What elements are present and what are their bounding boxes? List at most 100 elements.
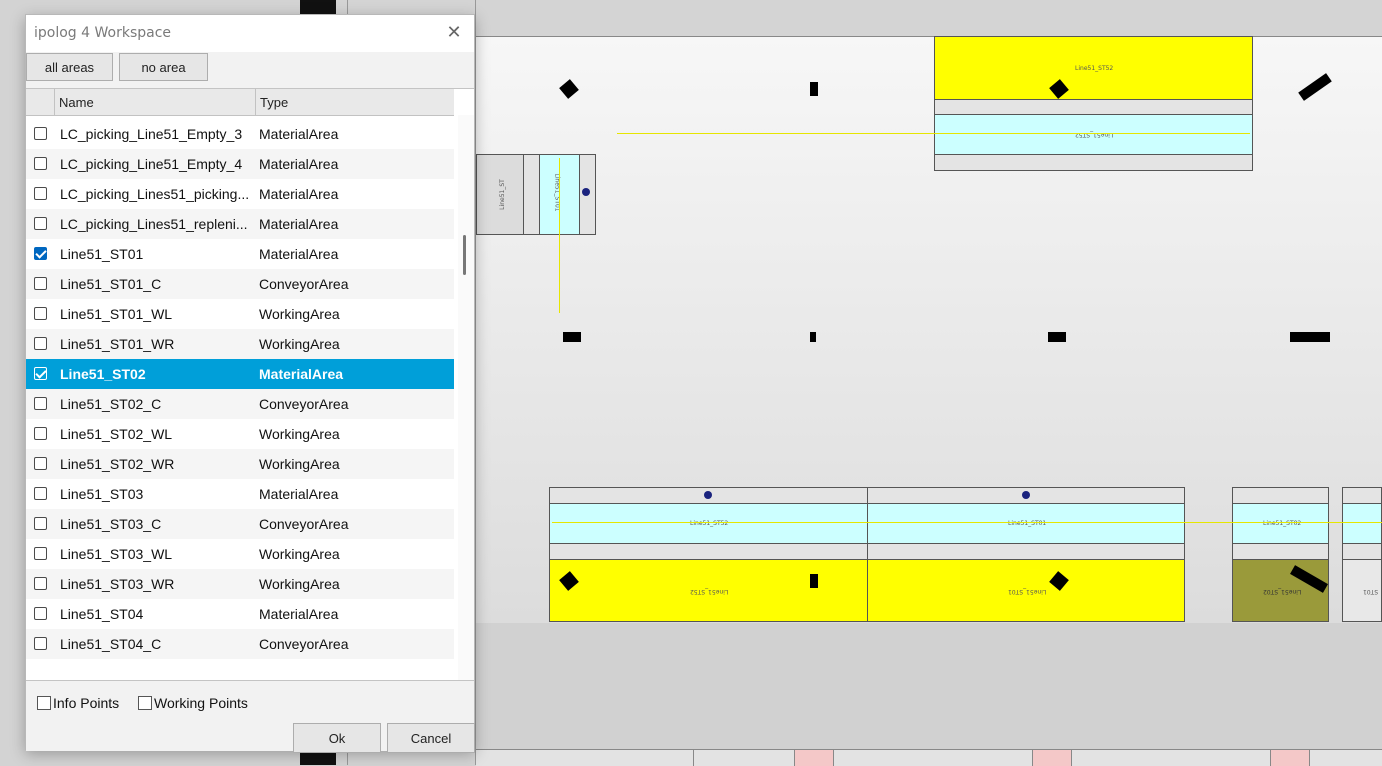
row-checkbox[interactable] xyxy=(34,457,47,470)
row-checkbox[interactable] xyxy=(34,367,47,380)
working-point-icon[interactable] xyxy=(1290,332,1330,342)
table-row[interactable]: Line51_ST04_C ConveyorArea xyxy=(26,629,454,659)
working-points-checkbox[interactable] xyxy=(138,696,152,710)
row-name: Line51_ST02_WL xyxy=(60,426,173,442)
working-point-icon[interactable] xyxy=(810,82,818,96)
row-name: Line51_ST04 xyxy=(60,606,144,622)
row-checkbox[interactable] xyxy=(34,127,47,140)
row-checkbox[interactable] xyxy=(34,547,47,560)
table-row[interactable]: Line51_ST02 MaterialArea xyxy=(26,359,454,389)
dialog-toolbar: all areas no area xyxy=(26,52,474,88)
bottom-zone xyxy=(476,623,1382,750)
working-area[interactable] xyxy=(867,543,1185,560)
working-points-option[interactable]: Working Points xyxy=(138,694,248,712)
working-point-icon[interactable] xyxy=(810,332,816,342)
conveyor-area[interactable]: Line51_ST02 xyxy=(1232,503,1329,544)
material-area[interactable]: Line51_ST52 xyxy=(934,36,1253,100)
strip-segment-pink xyxy=(794,750,834,766)
row-checkbox[interactable] xyxy=(34,637,47,650)
dialog-titlebar[interactable]: ipolog 4 Workspace ✕ xyxy=(26,15,474,52)
row-type: ConveyorArea xyxy=(259,276,349,292)
working-area[interactable]: Line51_ST xyxy=(476,154,524,235)
vertical-scrollbar[interactable] xyxy=(458,115,474,681)
material-area[interactable]: Line51_ST52 xyxy=(549,559,868,622)
row-checkbox[interactable] xyxy=(34,157,47,170)
working-point-icon[interactable] xyxy=(563,332,581,342)
ok-button[interactable]: Ok xyxy=(293,723,381,753)
all-areas-button[interactable]: all areas xyxy=(26,53,113,81)
table-row[interactable]: LC_picking_Line51_Empty_3 MaterialArea xyxy=(26,119,454,149)
row-name: LC_picking_Line51_Empty_3 xyxy=(60,126,243,142)
working-area[interactable] xyxy=(1342,487,1382,504)
working-area[interactable] xyxy=(934,99,1253,115)
row-name: Line51_ST03_WL xyxy=(60,546,173,562)
row-checkbox[interactable] xyxy=(34,337,47,350)
working-area[interactable] xyxy=(1342,543,1382,560)
close-icon[interactable]: ✕ xyxy=(441,21,467,45)
row-type: MaterialArea xyxy=(259,186,339,202)
row-checkbox[interactable] xyxy=(34,307,47,320)
table-row[interactable]: Line51_ST02_C ConveyorArea xyxy=(26,389,454,419)
row-checkbox[interactable] xyxy=(34,397,47,410)
table-row[interactable]: Line51_ST01_WL WorkingArea xyxy=(26,299,454,329)
areas-table[interactable]: Name Type LC_picking_Line51_Empty_3 Mater… xyxy=(26,88,474,742)
row-type: MaterialArea xyxy=(259,366,344,382)
table-row[interactable]: LC_picking_Lines51_picking... MaterialAre… xyxy=(26,179,454,209)
header-type[interactable]: Type xyxy=(256,89,454,115)
table-row[interactable]: Line51_ST04 MaterialArea xyxy=(26,599,454,629)
conveyor-area[interactable]: Line51_ST52 xyxy=(549,503,868,544)
row-checkbox[interactable] xyxy=(34,487,47,500)
row-checkbox[interactable] xyxy=(34,607,47,620)
row-checkbox[interactable] xyxy=(34,247,47,260)
table-row[interactable]: Line51_ST03_WR WorkingArea xyxy=(26,569,454,599)
material-area[interactable]: Line51_ST01 xyxy=(867,559,1185,622)
row-checkbox[interactable] xyxy=(34,427,47,440)
conveyor-area[interactable] xyxy=(1342,503,1382,544)
material-area[interactable]: ST01 xyxy=(1342,559,1382,622)
table-row[interactable]: Line51_ST03_WL WorkingArea xyxy=(26,539,454,569)
row-type: MaterialArea xyxy=(259,246,339,262)
info-points-option[interactable]: Info Points xyxy=(37,694,119,712)
row-checkbox[interactable] xyxy=(34,577,47,590)
table-row[interactable]: Line51_ST03_C ConveyorArea xyxy=(26,509,454,539)
area-label: Line51_ST52 xyxy=(690,588,729,595)
cancel-button[interactable]: Cancel xyxy=(387,723,475,753)
workspace-dialog[interactable]: ipolog 4 Workspace ✕ all areas no area N… xyxy=(25,14,475,753)
working-point-icon[interactable] xyxy=(1048,332,1066,342)
row-type: WorkingArea xyxy=(259,546,340,562)
working-area[interactable] xyxy=(549,543,868,560)
table-row[interactable]: Line51_ST02_WL WorkingArea xyxy=(26,419,454,449)
conveyor-area[interactable]: Line51_ST01 xyxy=(867,503,1185,544)
no-area-button[interactable]: no area xyxy=(119,53,208,81)
row-checkbox[interactable] xyxy=(34,517,47,530)
table-row[interactable]: LC_picking_Lines51_repleni... MaterialAre… xyxy=(26,209,454,239)
row-name: Line51_ST02_C xyxy=(60,396,162,412)
material-area-selected[interactable]: Line51_ST02 xyxy=(1232,559,1329,622)
info-point-icon[interactable] xyxy=(582,188,590,196)
row-name: Line51_ST01 xyxy=(60,246,144,262)
strip-segment-pink xyxy=(1032,750,1072,766)
info-point-icon[interactable] xyxy=(704,491,712,499)
header-name[interactable]: Name xyxy=(55,89,256,115)
table-row[interactable]: Line51_ST03 MaterialArea xyxy=(26,479,454,509)
table-row[interactable]: Line51_ST01 MaterialArea xyxy=(26,239,454,269)
flow-line xyxy=(559,158,560,313)
info-points-checkbox[interactable] xyxy=(37,696,51,710)
row-checkbox[interactable] xyxy=(34,277,47,290)
row-type: MaterialArea xyxy=(259,486,339,502)
working-point-icon[interactable] xyxy=(810,574,818,588)
table-row[interactable]: LC_picking_Line51_Empty_4 MaterialArea xyxy=(26,149,454,179)
table-row[interactable]: Line51_ST01_WR WorkingArea xyxy=(26,329,454,359)
working-area[interactable] xyxy=(523,154,540,235)
table-row[interactable]: Line51_ST02_WR WorkingArea xyxy=(26,449,454,479)
conveyor-area[interactable]: Line51_ST52 xyxy=(934,114,1253,155)
table-row[interactable]: Line51_ST01_C ConveyorArea xyxy=(26,269,454,299)
header-checkbox-column[interactable] xyxy=(26,89,55,115)
working-area[interactable] xyxy=(934,154,1253,171)
vertical-scroll-thumb[interactable] xyxy=(463,235,466,275)
row-checkbox[interactable] xyxy=(34,187,47,200)
working-area[interactable] xyxy=(1232,543,1329,560)
working-area[interactable] xyxy=(1232,487,1329,504)
row-checkbox[interactable] xyxy=(34,217,47,230)
info-point-icon[interactable] xyxy=(1022,491,1030,499)
